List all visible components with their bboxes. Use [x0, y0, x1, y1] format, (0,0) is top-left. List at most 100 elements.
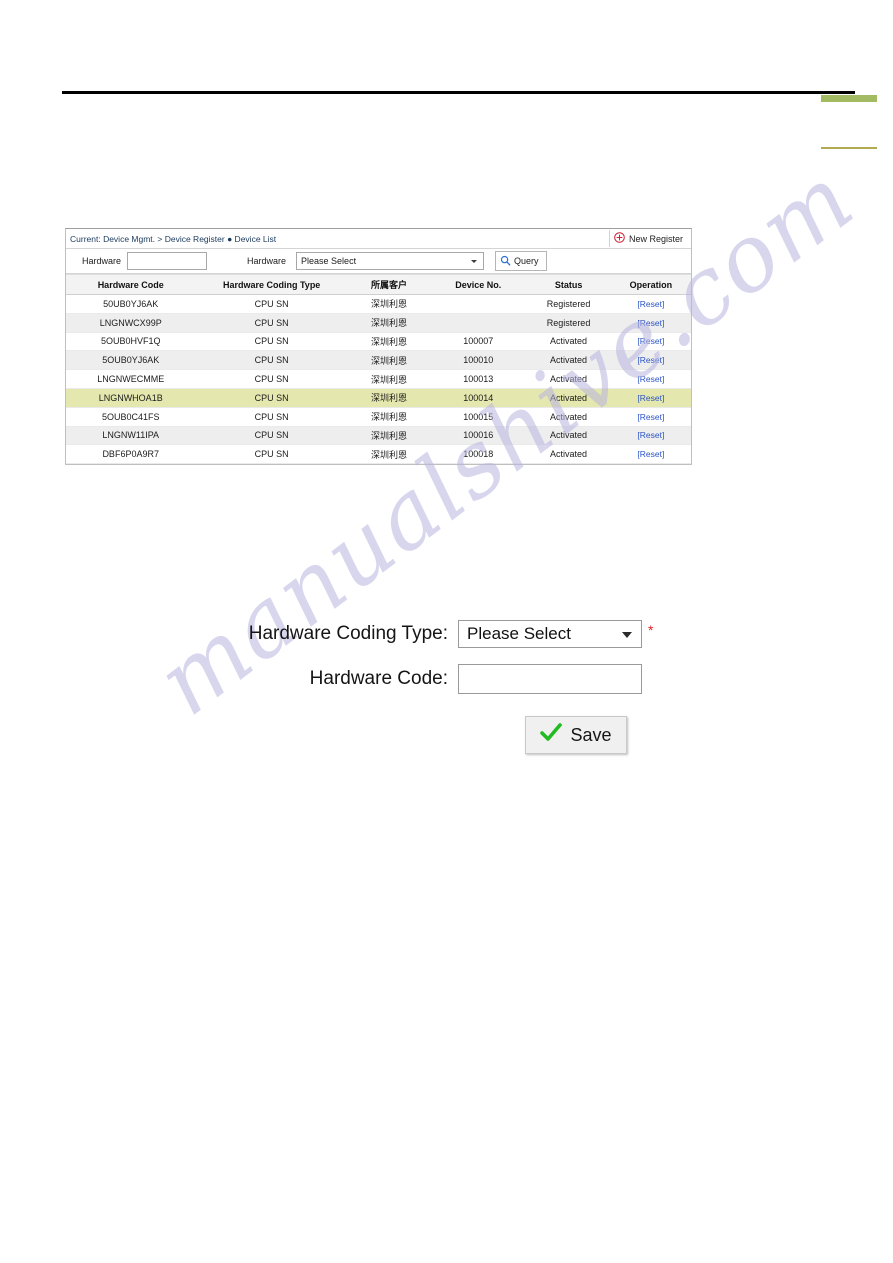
reset-link[interactable]: [Reset]: [637, 355, 664, 365]
reset-link[interactable]: [Reset]: [637, 430, 664, 440]
cell-device-no: [430, 294, 527, 314]
cell-customer: 深圳利恩: [347, 350, 431, 371]
cell-device-no: 100014: [430, 388, 527, 408]
cell-hardware-coding-type: CPU SN: [195, 350, 348, 371]
cell-operation[interactable]: [Reset]: [610, 426, 691, 446]
cell-device-no: 100007: [430, 332, 527, 352]
cell-hardware-coding-type: CPU SN: [195, 426, 348, 446]
check-icon: [540, 722, 563, 748]
cell-hardware-code: LNGNWHOA1B: [66, 388, 196, 408]
accent-bar-top: [821, 95, 877, 102]
chevron-down-icon: [471, 260, 478, 263]
cell-operation[interactable]: [Reset]: [610, 294, 691, 314]
column-header-customer[interactable]: 所属客户: [347, 274, 431, 295]
filter-bar: Hardware Hardware Please Select Query: [66, 249, 691, 274]
table-row[interactable]: 5OUB0YJ6AK CPU SN 深圳利恩 100010 Activated [Rese…: [66, 350, 691, 371]
table-row[interactable]: LNGNWECMME CPU SN 深圳利恩 100013 Activated [Rese…: [66, 369, 691, 389]
cell-status: Activated: [526, 388, 611, 408]
cell-status: Activated: [526, 332, 611, 352]
filter-label-hardware-code: Hardware: [82, 256, 122, 266]
cell-hardware-coding-type: CPU SN: [195, 407, 348, 427]
cell-customer: 深圳利恩: [347, 444, 431, 465]
column-header-hardware-code[interactable]: Hardware Code: [66, 274, 196, 295]
cell-device-no: 100013: [430, 369, 527, 389]
device-table-body: 50UB0YJ6AK CPU SN 深圳利恩 Registered [Reset] LNG…: [66, 294, 691, 465]
cell-status: Registered: [526, 313, 611, 333]
save-row: Save: [230, 716, 670, 754]
reset-link[interactable]: [Reset]: [637, 336, 664, 346]
page-horizontal-rule: [62, 91, 855, 94]
cell-hardware-coding-type: CPU SN: [195, 388, 348, 408]
cell-hardware-coding-type: CPU SN: [195, 332, 348, 352]
search-icon: [500, 255, 511, 268]
cell-device-no: 100010: [430, 350, 527, 371]
cell-operation[interactable]: [Reset]: [610, 369, 691, 389]
cell-hardware-code: 5OUB0HVF1Q: [66, 332, 196, 352]
reset-link[interactable]: [Reset]: [637, 449, 664, 459]
cell-status: Activated: [526, 426, 611, 446]
cell-hardware-coding-type: CPU SN: [195, 444, 348, 465]
breadcrumb-bar: Current: Device Mgmt. > Device Register …: [66, 229, 691, 249]
cell-hardware-coding-type: CPU SN: [195, 313, 348, 333]
device-list-panel: Current: Device Mgmt. > Device Register …: [65, 228, 692, 466]
cell-operation[interactable]: [Reset]: [610, 407, 691, 427]
save-button[interactable]: Save: [525, 716, 627, 754]
table-row[interactable]: 5OUB0C41FS CPU SN 深圳利恩 100015 Activated [Rese…: [66, 407, 691, 427]
table-row[interactable]: LNGNWCX99P CPU SN 深圳利恩 Registered [Reset]: [66, 313, 691, 333]
filter-hardware-code-input[interactable]: [127, 252, 208, 270]
cell-operation[interactable]: [Reset]: [610, 444, 691, 465]
table-row[interactable]: LNGNWHOA1B CPU SN 深圳利恩 100014 Activated [Rese…: [66, 388, 691, 408]
coding-type-select[interactable]: Please Select: [458, 620, 642, 648]
table-row[interactable]: 50UB0YJ6AK CPU SN 深圳利恩 Registered [Reset]: [66, 294, 691, 314]
reset-link[interactable]: [Reset]: [637, 374, 664, 384]
cell-hardware-code: LNGNWCX99P: [66, 313, 196, 333]
cell-hardware-code: LNGNWECMME: [66, 369, 196, 389]
cell-customer: 深圳利恩: [347, 332, 431, 352]
cell-hardware-code: 5OUB0YJ6AK: [66, 350, 196, 371]
cell-operation[interactable]: [Reset]: [610, 313, 691, 333]
form-row-hardware-code: Hardware Code:: [230, 664, 670, 694]
query-button[interactable]: Query: [495, 251, 547, 271]
plus-circle-icon: [614, 232, 625, 245]
cell-operation[interactable]: [Reset]: [610, 350, 691, 371]
filter-hardware-type-value: Please Select: [301, 256, 357, 266]
reset-link[interactable]: [Reset]: [637, 412, 664, 422]
column-header-status[interactable]: Status: [526, 274, 611, 295]
hardware-code-input[interactable]: [458, 664, 642, 694]
new-register-label: New Register: [628, 233, 683, 244]
cell-device-no: 100015: [430, 407, 527, 427]
filter-hardware-type-select[interactable]: Please Select: [296, 252, 485, 270]
accent-bar-bottom: [821, 147, 877, 149]
table-row[interactable]: LNGNW11IPA CPU SN 深圳利恩 100016 Activated [Rese…: [66, 426, 691, 446]
column-header-operation: Operation: [610, 274, 691, 295]
reset-link[interactable]: [Reset]: [637, 318, 664, 328]
column-header-device-no[interactable]: Device No.: [430, 274, 527, 295]
cell-hardware-code: 5OUB0C41FS: [66, 407, 196, 427]
chevron-down-icon: [622, 632, 632, 638]
column-header-hardware-coding-type[interactable]: Hardware Coding Type: [195, 274, 348, 295]
cell-customer: 深圳利恩: [347, 369, 431, 389]
cell-status: Activated: [526, 350, 611, 371]
cell-customer: 深圳利恩: [347, 388, 431, 408]
required-marker: *: [648, 622, 654, 638]
table-row[interactable]: DBF6P0A9R7 CPU SN 深圳利恩 100018 Activated [Rese…: [66, 444, 691, 465]
cell-customer: 深圳利恩: [347, 313, 431, 333]
table-header-row: Hardware Code Hardware Coding Type 所属客户 …: [66, 274, 691, 295]
reset-link[interactable]: [Reset]: [637, 299, 664, 309]
cell-hardware-code: 50UB0YJ6AK: [66, 294, 196, 314]
cell-device-no: [430, 313, 527, 333]
cell-customer: 深圳利恩: [347, 294, 431, 314]
new-register-button[interactable]: New Register: [608, 230, 689, 247]
cell-operation[interactable]: [Reset]: [610, 388, 691, 408]
reset-link[interactable]: [Reset]: [637, 393, 664, 403]
cell-status: Activated: [526, 444, 611, 465]
breadcrumb: Current: Device Mgmt. > Device Register …: [70, 233, 277, 244]
cell-hardware-coding-type: CPU SN: [195, 369, 348, 389]
query-label: Query: [514, 256, 539, 266]
cell-status: Registered: [526, 294, 611, 314]
device-table: Hardware Code Hardware Coding Type 所属客户 …: [66, 274, 691, 465]
cell-operation[interactable]: [Reset]: [610, 332, 691, 352]
table-row[interactable]: 5OUB0HVF1Q CPU SN 深圳利恩 100007 Activated [Rese…: [66, 332, 691, 352]
filter-label-hardware-type: Hardware: [247, 256, 287, 266]
cell-hardware-code: LNGNW11IPA: [66, 426, 196, 446]
